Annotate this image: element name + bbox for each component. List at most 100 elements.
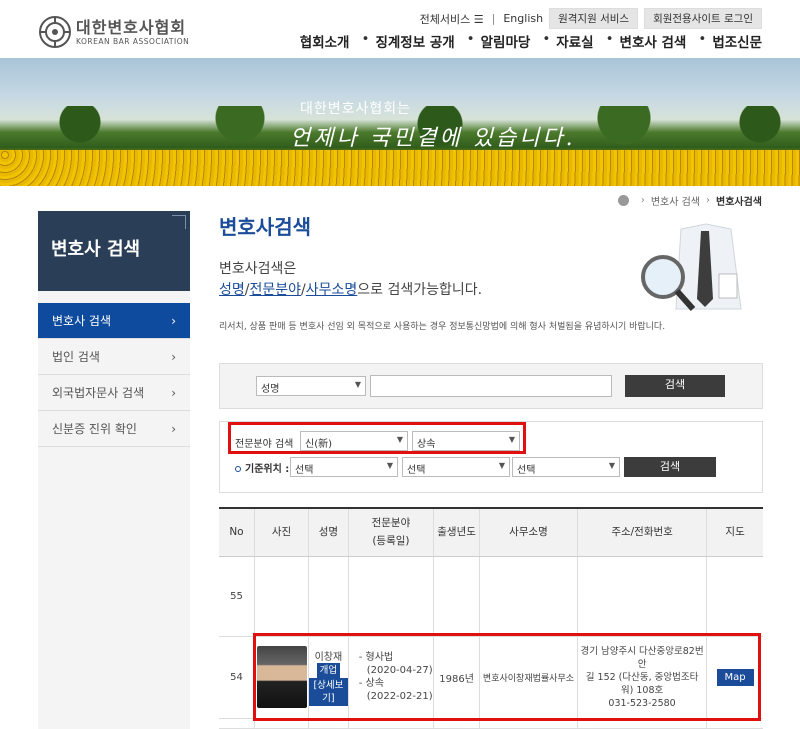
remote-support-button[interactable]: 원격지원 서비스 — [549, 8, 639, 29]
col-photo: 사진 — [253, 507, 309, 557]
chevron-right-icon: › — [171, 385, 176, 400]
search-keyword-input[interactable] — [370, 375, 612, 397]
breadcrumb-item[interactable]: 변호사 검색 — [651, 193, 700, 208]
name-search-box: 성명 ▼ 검색 — [219, 363, 763, 409]
search-type-value: 성명 — [261, 384, 280, 395]
breadcrumb-current: 변호사검색 — [716, 197, 762, 208]
col-map: 지도 — [706, 507, 763, 557]
nav-dot: • — [605, 31, 614, 47]
side-menu-title: 변호사 검색 — [38, 211, 190, 291]
field-select-category-value: 신(新) — [305, 439, 333, 450]
caret-down-icon: ▼ — [508, 435, 515, 444]
kba-logo[interactable]: 대한변호사협회 KOREAN BAR ASSOCIATION — [38, 15, 189, 49]
nav-archive[interactable]: 자료실 — [556, 31, 593, 51]
side-menu: 변호사 검색 변호사 검색 › 법인 검색 › 외국법자문사 검색 › 신분증 … — [38, 211, 190, 729]
location-select-3-value: 선택 — [517, 465, 536, 476]
row-no — [219, 718, 255, 729]
breadcrumb: › 변호사 검색 › 변호사검색 — [617, 193, 762, 208]
nav-dot: • — [542, 31, 551, 47]
member-login-button[interactable]: 회원전용사이트 로그인 — [644, 8, 762, 29]
advanced-search-button[interactable]: 검색 — [624, 457, 716, 477]
chevron-right-icon: › — [171, 421, 176, 436]
desc-field: 전문분야 — [249, 282, 302, 298]
side-menu-item-corp-search[interactable]: 법인 검색 › — [38, 339, 190, 375]
banner-line1: 대한변호사협회는 — [300, 101, 412, 117]
row-map — [706, 556, 763, 637]
chevron-right-icon: › — [640, 195, 645, 206]
caret-down-icon: ▼ — [396, 435, 403, 444]
table-header-row: No 사진 성명 전문분야 (등록일) 출생년도 사무소명 주소/전화번호 지도 — [219, 507, 763, 557]
nav-notice[interactable]: 알림마당 — [481, 31, 531, 51]
field-select-specialty[interactable]: 상속 ▼ — [412, 431, 520, 451]
all-services-link[interactable]: 전체서비스 ☰ — [420, 11, 484, 27]
location-select-1[interactable]: 선택 ▼ — [290, 457, 398, 477]
nav-discipline[interactable]: 징계정보 공개 — [375, 31, 454, 51]
page-description: 변호사검색은 성명/전문분야/사무소명으로 검색가능합니다. — [219, 259, 482, 301]
caret-down-icon: ▼ — [386, 461, 393, 470]
side-menu-item-id-verify[interactable]: 신분증 진위 확인 › — [38, 411, 190, 447]
location-label: 기준위치 : — [235, 460, 289, 475]
desc-line2: 성명/전문분야/사무소명으로 검색가능합니다. — [219, 280, 482, 301]
global-nav: 협회소개 • 징계정보 공개 • 알림마당 • 자료실 • 변호사 검색 • 법… — [280, 31, 762, 51]
col-address: 주소/전화번호 — [576, 507, 707, 557]
magnifier-shirt-illustration-icon — [641, 223, 742, 311]
row-photo — [253, 556, 309, 637]
bullet-icon — [235, 466, 241, 472]
col-name: 성명 — [308, 507, 349, 557]
nav-newspaper[interactable]: 법조신문 — [712, 31, 762, 51]
advanced-search-box: 전문분야 검색 신(新) ▼ 상속 ▼ 기준위치 : 선택 ▼ 선택 ▼ 선택 … — [219, 421, 763, 493]
logo-korean-text: 대한변호사협회 — [76, 17, 187, 37]
usage-warning: 리서치, 상품 판매 등 변호사 선임 외 목적으로 사용하는 경우 정보통신망… — [219, 322, 666, 332]
desc-office: 사무소명 — [305, 282, 358, 298]
nav-dot: • — [698, 31, 707, 47]
location-label-text: 기준위치 : — [245, 464, 290, 475]
chevron-right-icon: › — [171, 313, 176, 328]
row-office — [479, 556, 578, 637]
header: 대한변호사협회 KOREAN BAR ASSOCIATION 전체서비스 ☰ |… — [0, 0, 800, 58]
side-menu-item-foreign-search[interactable]: 외국법자문사 검색 › — [38, 375, 190, 411]
util-divider: | — [491, 12, 496, 25]
desc-line1: 변호사검색은 — [219, 261, 297, 277]
side-menu-item-label: 신분증 진위 확인 — [52, 422, 137, 436]
home-icon[interactable] — [617, 195, 629, 206]
field-select-specialty-value: 상속 — [417, 439, 436, 450]
corner-decoration-icon — [172, 215, 186, 229]
location-select-1-value: 선택 — [295, 465, 314, 476]
col-no: No — [219, 507, 255, 557]
caret-down-icon: ▼ — [498, 461, 505, 470]
side-menu-item-label: 법인 검색 — [52, 350, 100, 364]
caret-down-icon: ▼ — [608, 461, 615, 470]
hero-banner: 대한변호사협회는 언제나 국민곁에 있습니다. — [0, 58, 800, 186]
side-menu-title-text: 변호사 검색 — [51, 239, 141, 260]
row-no: 55 — [219, 556, 255, 637]
side-menu-item-lawyer-search[interactable]: 변호사 검색 › — [38, 303, 190, 339]
nav-dot: • — [361, 31, 370, 47]
nav-about[interactable]: 협회소개 — [300, 31, 350, 51]
location-select-2[interactable]: 선택 ▼ — [402, 457, 510, 477]
search-button[interactable]: 검색 — [625, 375, 725, 397]
utility-menu: 전체서비스 ☰ | English 원격지원 서비스 회원전용사이트 로그인 — [420, 8, 762, 29]
side-menu-gap — [38, 291, 190, 303]
field-search-label: 전문분야 검색 — [235, 439, 294, 450]
side-menu-item-label: 외국법자문사 검색 — [52, 386, 145, 400]
highlight-box-result-row — [253, 633, 761, 721]
nav-lawyer-search[interactable]: 변호사 검색 — [620, 31, 687, 51]
row-no: 54 — [219, 636, 255, 719]
caret-down-icon: ▼ — [354, 380, 361, 389]
field-select-category[interactable]: 신(新) ▼ — [300, 431, 408, 451]
banner-sunflowers — [0, 150, 800, 186]
location-select-2-value: 선택 — [407, 465, 426, 476]
english-link[interactable]: English — [503, 12, 543, 25]
col-field-line2: (등록일) — [372, 535, 410, 548]
col-office: 사무소명 — [479, 507, 578, 557]
col-field: 전문분야 (등록일) — [347, 507, 434, 557]
main-content: 변호사검색 변호사검색은 성명/전문분야/사무소명으로 검색가능합니다. 리서치… — [219, 211, 763, 729]
col-birth: 출생년도 — [433, 507, 480, 557]
row-birth — [433, 556, 480, 637]
row-address — [576, 556, 707, 637]
banner-line2: 언제나 국민곁에 있습니다. — [290, 126, 576, 151]
col-field-line1: 전문분야 — [371, 517, 411, 530]
location-select-3[interactable]: 선택 ▼ — [512, 457, 620, 477]
desc-name: 성명 — [219, 282, 245, 298]
search-type-select[interactable]: 성명 ▼ — [256, 376, 366, 396]
